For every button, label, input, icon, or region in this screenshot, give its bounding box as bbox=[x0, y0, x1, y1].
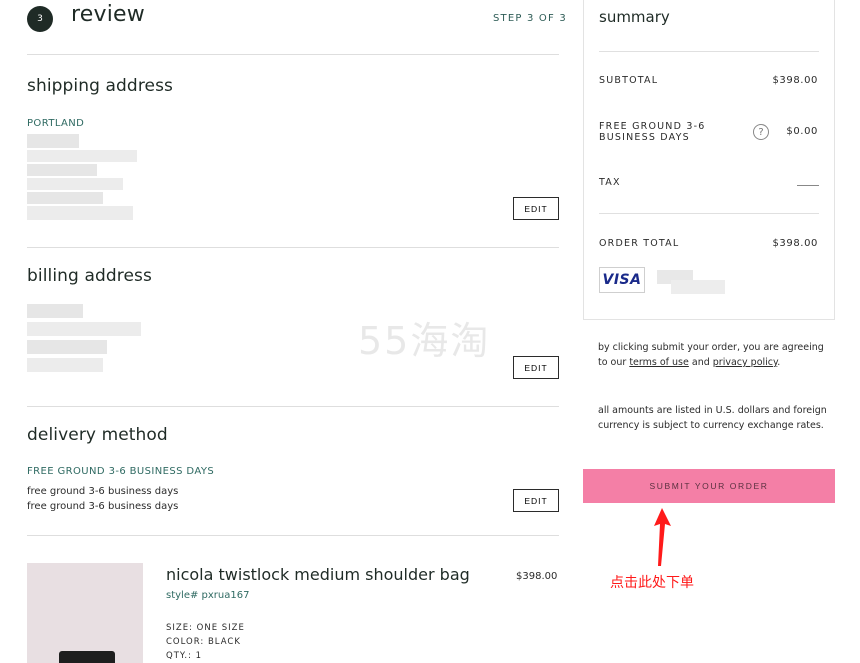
submit-order-button[interactable]: SUBMIT YOUR ORDER bbox=[583, 469, 835, 503]
shipping-method-label-line1: FREE GROUND 3-6 bbox=[599, 121, 706, 132]
shipping-address-redacted bbox=[27, 134, 147, 226]
product-image[interactable] bbox=[27, 563, 143, 663]
visa-card-icon: VISA bbox=[599, 267, 645, 293]
step-label: STEP 3 OF 3 bbox=[493, 13, 567, 24]
product-price: $398.00 bbox=[516, 571, 558, 582]
product-style-number: style# pxrua167 bbox=[166, 590, 250, 601]
subtotal-label: SUBTOTAL bbox=[599, 75, 659, 86]
product-name[interactable]: nicola twistlock medium shoulder bag bbox=[166, 565, 470, 584]
shipping-method-label-line2: BUSINESS DAYS bbox=[599, 132, 690, 143]
subtotal-value: $398.00 bbox=[772, 75, 818, 86]
step-indicator: 3 bbox=[27, 6, 53, 32]
terms-notice: by clicking submit your order, you are a… bbox=[598, 340, 828, 370]
bag-image bbox=[59, 651, 115, 663]
billing-address-title: billing address bbox=[27, 266, 152, 286]
shipping-address-title: shipping address bbox=[27, 76, 174, 96]
page-title: review bbox=[71, 2, 145, 27]
tax-label: TAX bbox=[599, 177, 621, 188]
help-icon[interactable]: ? bbox=[753, 124, 769, 140]
order-total-value: $398.00 bbox=[772, 238, 818, 249]
billing-edit-button[interactable]: EDIT bbox=[513, 356, 559, 379]
terms-of-use-link[interactable]: terms of use bbox=[629, 357, 689, 368]
delivery-edit-button[interactable]: EDIT bbox=[513, 489, 559, 512]
product-qty: QTY.: 1 bbox=[166, 651, 203, 661]
annotation-text: 点击此处下单 bbox=[610, 575, 694, 591]
terms-notice-text: . bbox=[777, 357, 781, 368]
divider bbox=[27, 406, 559, 407]
card-brand: VISA bbox=[602, 272, 642, 288]
tax-value-dash bbox=[797, 185, 819, 186]
divider bbox=[27, 54, 559, 55]
order-total-label: ORDER TOTAL bbox=[599, 238, 680, 249]
billing-address-redacted bbox=[27, 304, 147, 380]
currency-notice: all amounts are listed in U.S. dollars a… bbox=[598, 405, 827, 431]
privacy-policy-link[interactable]: privacy policy bbox=[713, 357, 778, 368]
divider bbox=[27, 535, 559, 536]
summary-divider bbox=[599, 213, 819, 214]
terms-notice-text: and bbox=[688, 357, 713, 368]
arrow-up-icon bbox=[654, 508, 671, 566]
delivery-method-name: FREE GROUND 3-6 BUSINESS DAYS bbox=[27, 466, 215, 477]
product-size: SIZE: ONE SIZE bbox=[166, 623, 245, 633]
card-number-redacted bbox=[657, 266, 725, 296]
divider bbox=[27, 247, 559, 248]
delivery-method-title: delivery method bbox=[27, 425, 168, 445]
shipping-cost-value: $0.00 bbox=[786, 126, 818, 137]
summary-title: summary bbox=[599, 8, 670, 26]
delivery-method-line: free ground 3-6 business days bbox=[27, 486, 179, 497]
product-color: COLOR: BLACK bbox=[166, 637, 241, 647]
step-number: 3 bbox=[37, 14, 43, 24]
summary-divider bbox=[599, 51, 819, 52]
delivery-method-line: free ground 3-6 business days bbox=[27, 501, 179, 512]
watermark-logo: 55海淘 bbox=[358, 319, 491, 363]
shipping-city: PORTLAND bbox=[27, 118, 85, 129]
shipping-edit-button[interactable]: EDIT bbox=[513, 197, 559, 220]
